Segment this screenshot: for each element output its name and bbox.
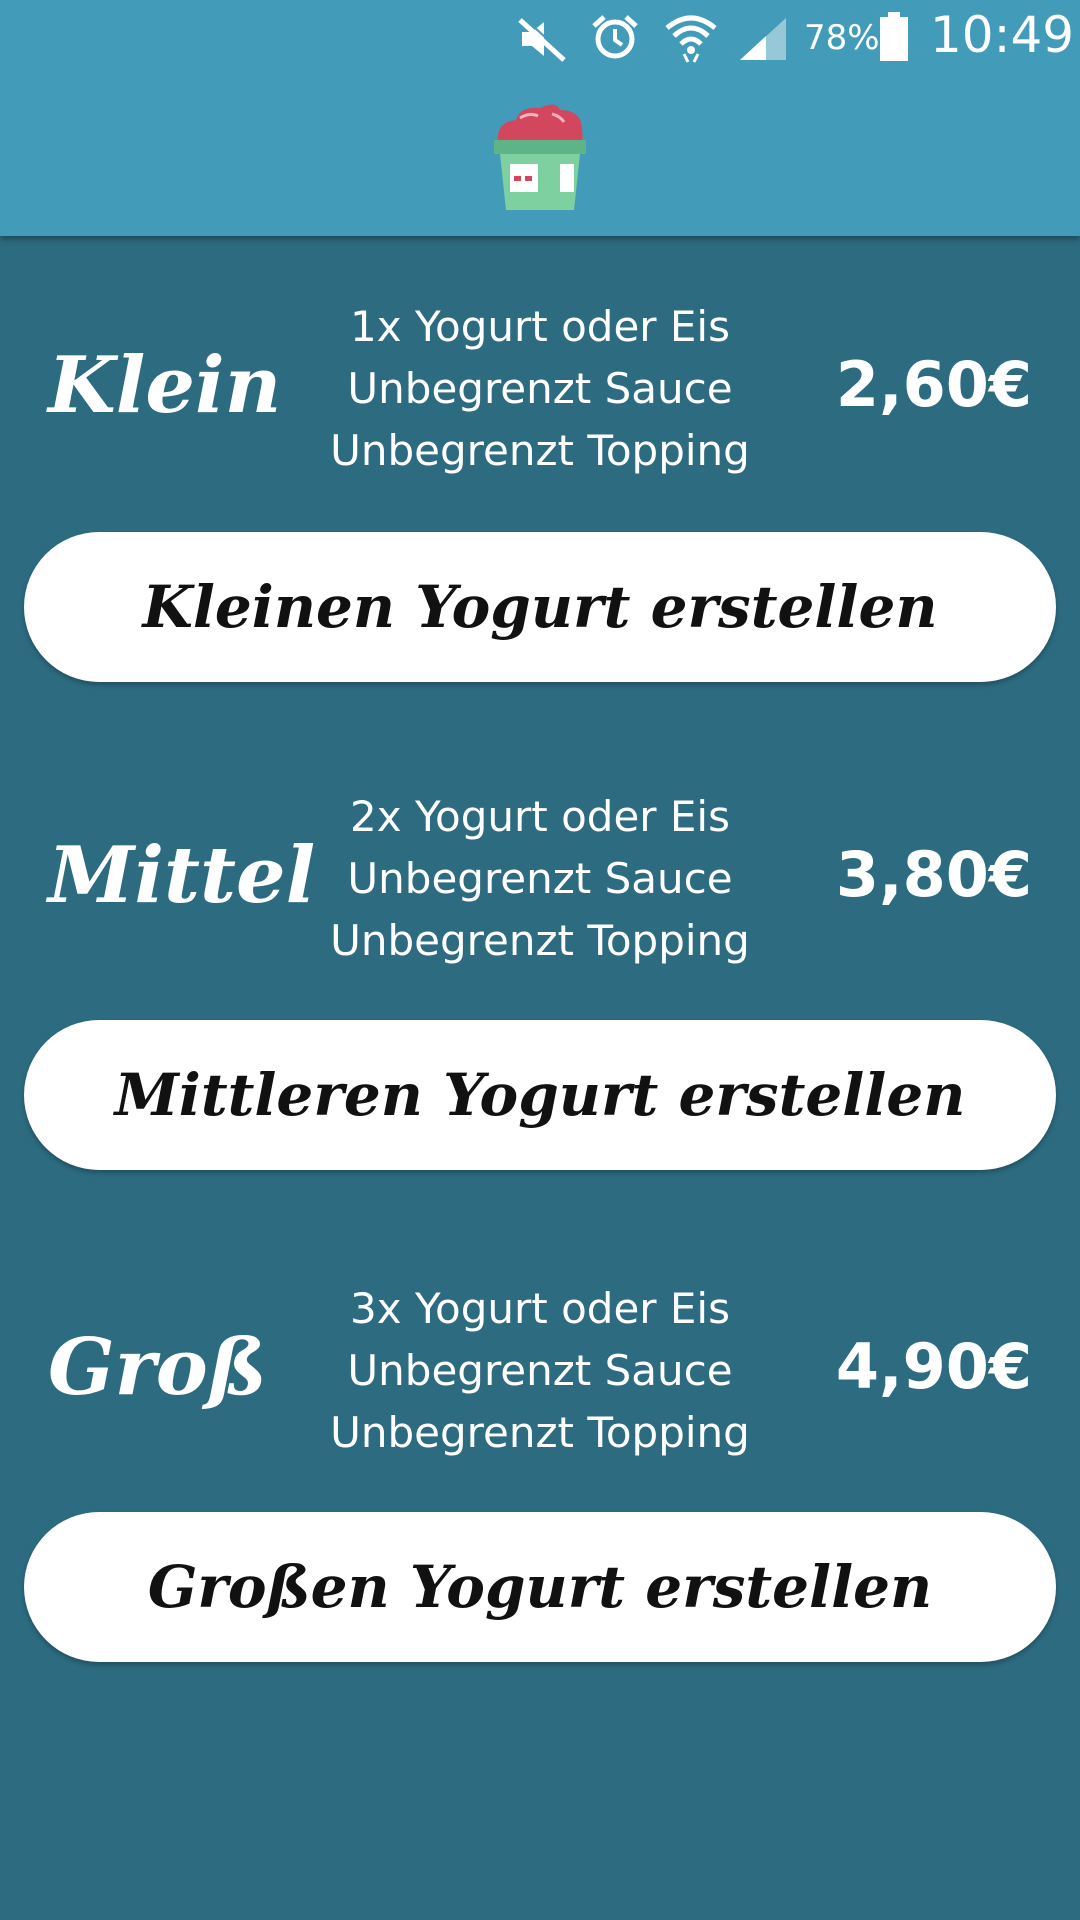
price: 4,90€ — [835, 1330, 1032, 1403]
description-line: Unbegrenzt Topping — [330, 1408, 750, 1457]
description-line: Unbegrenzt Sauce — [347, 1346, 733, 1395]
button-label: Kleinen Yogurt erstellen — [142, 573, 938, 641]
clock: 10:49 — [930, 6, 1075, 64]
battery-icon — [880, 12, 908, 61]
description-line: 3x Yogurt oder Eis — [350, 1284, 730, 1333]
size-name: Klein — [48, 340, 282, 431]
description-line: Unbegrenzt Topping — [330, 916, 750, 965]
create-medium-yogurt-button[interactable]: Mittleren Yogurt erstellen — [24, 1020, 1056, 1170]
button-label: Großen Yogurt erstellen — [147, 1553, 933, 1621]
app-header: 78% 10:49 — [0, 0, 1080, 236]
description-line: Unbegrenzt Topping — [330, 426, 750, 475]
battery-percentage: 78% — [804, 18, 880, 58]
mute-icon — [518, 16, 568, 62]
description-line: 2x Yogurt oder Eis — [350, 792, 730, 841]
price: 3,80€ — [835, 838, 1032, 911]
price: 2,60€ — [835, 348, 1032, 421]
alarm-icon — [592, 15, 638, 59]
description-line: 1x Yogurt oder Eis — [350, 302, 730, 351]
wifi-icon — [665, 15, 717, 63]
create-large-yogurt-button[interactable]: Großen Yogurt erstellen — [24, 1512, 1056, 1662]
size-description: 3x Yogurt oder Eis Unbegrenzt Sauce Unbe… — [300, 1278, 780, 1464]
size-description: 1x Yogurt oder Eis Unbegrenzt Sauce Unbe… — [300, 296, 780, 482]
size-option-large: Groß 3x Yogurt oder Eis Unbegrenzt Sauce… — [0, 1272, 1080, 1662]
create-small-yogurt-button[interactable]: Kleinen Yogurt erstellen — [24, 532, 1056, 682]
status-bar: 78% 10:49 — [0, 0, 1080, 76]
size-option-medium: Mittel 2x Yogurt oder Eis Unbegrenzt Sau… — [0, 780, 1080, 1170]
size-name: Groß — [48, 1322, 267, 1413]
description-line: Unbegrenzt Sauce — [347, 364, 733, 413]
size-option-small: Klein 1x Yogurt oder Eis Unbegrenzt Sauc… — [0, 290, 1080, 682]
frozen-yogurt-cup-icon — [494, 104, 586, 210]
signal-icon — [740, 18, 786, 60]
description-line: Unbegrenzt Sauce — [347, 854, 733, 903]
size-description: 2x Yogurt oder Eis Unbegrenzt Sauce Unbe… — [300, 786, 780, 972]
button-label: Mittleren Yogurt erstellen — [114, 1061, 966, 1129]
size-name: Mittel — [48, 830, 316, 921]
